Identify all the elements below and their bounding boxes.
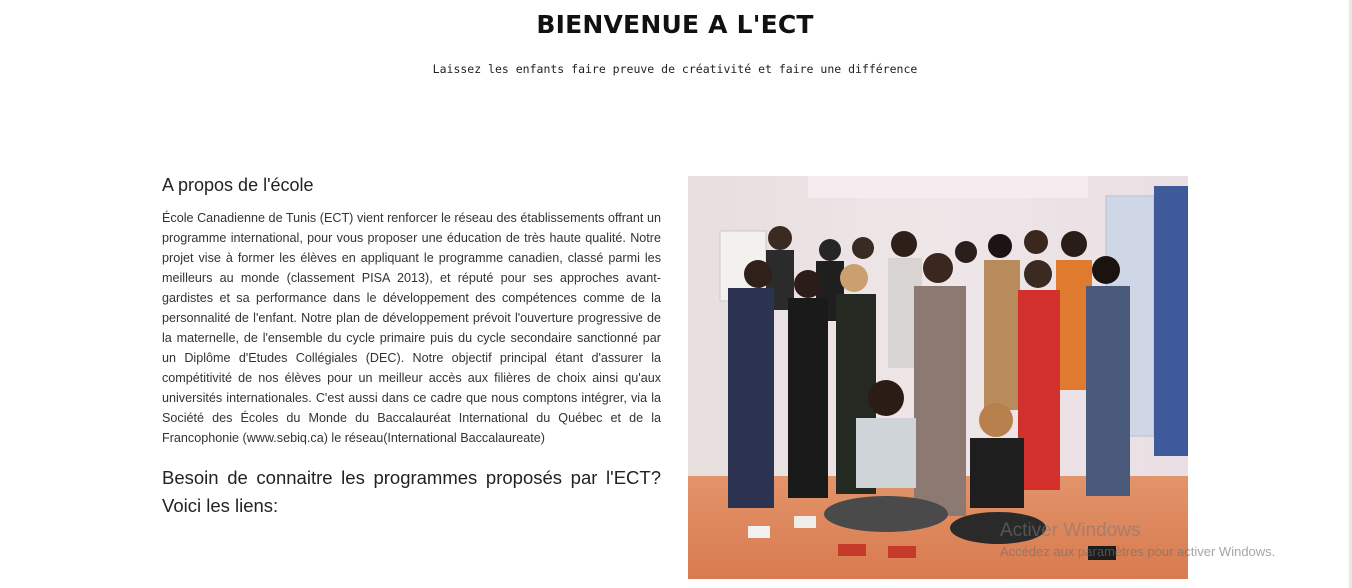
- about-section: A propos de l'école École Canadienne de …: [162, 175, 661, 520]
- page-title: BIENVENUE A L'ECT: [536, 10, 814, 39]
- group-photo: [688, 176, 1188, 579]
- programs-heading: Besoin de connaitre les programmes propo…: [162, 467, 661, 516]
- about-paragraph: École Canadienne de Tunis (ECT) vient re…: [162, 211, 661, 445]
- page-subtitle: Laissez les enfants faire preuve de créa…: [432, 62, 918, 76]
- about-heading: A propos de l'école: [162, 175, 314, 195]
